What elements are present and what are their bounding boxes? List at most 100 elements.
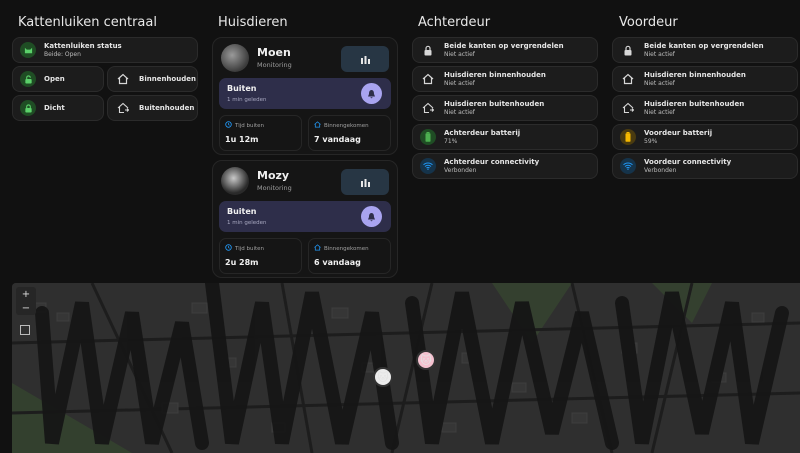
cat-icon: 🐱 bbox=[377, 370, 389, 384]
entries-value: 7 vandaag bbox=[314, 135, 361, 144]
front-battery-title: Voordeur batterij bbox=[644, 128, 713, 137]
pet-card-moen: Moen Monitoring Buiten 1 min geleden Tij… bbox=[212, 37, 398, 155]
wifi-icon bbox=[620, 158, 636, 174]
back-lock-title: Beide kanten op vergrendelen bbox=[444, 41, 564, 50]
pet-name: Mozy bbox=[257, 169, 290, 182]
back-lock-value: Niet actief bbox=[444, 50, 475, 58]
keep-inside-button[interactable]: Binnenhouden bbox=[107, 66, 198, 92]
cat-flap-status-tile[interactable]: Kattenluiken status Beide: Open bbox=[12, 37, 198, 63]
history-button[interactable] bbox=[341, 46, 389, 72]
back-inside-tile[interactable]: Huisdieren binnenhouden Niet actief bbox=[412, 66, 598, 92]
entries-stat: Binnengekomen 6 vandaag bbox=[308, 238, 391, 274]
time-outside-stat: Tijd buiten 1u 12m bbox=[219, 115, 302, 151]
front-outside-tile[interactable]: Huisdieren buitenhouden Niet actief bbox=[612, 95, 798, 121]
front-outside-title: Huisdieren buitenhouden bbox=[644, 99, 745, 108]
cat-flap-status-title: Kattenluiken status bbox=[44, 41, 122, 50]
front-inside-value: Niet actief bbox=[644, 79, 675, 87]
front-battery-tile[interactable]: Voordeur batterij 59% bbox=[612, 124, 798, 150]
back-battery-value: 71% bbox=[444, 137, 458, 145]
lock-icon bbox=[620, 42, 636, 58]
bar-chart-icon bbox=[360, 50, 371, 69]
home-import-icon bbox=[314, 121, 321, 130]
battery-icon bbox=[420, 129, 436, 145]
front-outside-value: Niet actief bbox=[644, 108, 675, 116]
back-battery-title: Achterdeur batterij bbox=[444, 128, 521, 137]
entries-value: 6 vandaag bbox=[314, 258, 361, 267]
bell-icon[interactable] bbox=[361, 206, 382, 227]
home-export-icon bbox=[620, 100, 636, 116]
bell-icon[interactable] bbox=[361, 83, 382, 104]
pet-status-box[interactable]: Buiten 1 min geleden bbox=[219, 78, 391, 109]
lock-icon bbox=[20, 100, 36, 116]
back-outside-title: Huisdieren buitenhouden bbox=[444, 99, 545, 108]
front-connectivity-tile[interactable]: Voordeur connectivity Verbonden bbox=[612, 153, 798, 179]
map[interactable]: + − 🐱 🐱 bbox=[12, 283, 800, 453]
back-connectivity-title: Achterdeur connectivity bbox=[444, 157, 540, 166]
back-outside-tile[interactable]: Huisdieren buitenhouden Niet actief bbox=[412, 95, 598, 121]
pet-status-box[interactable]: Buiten 1 min geleden bbox=[219, 201, 391, 232]
zoom-out-button[interactable]: − bbox=[16, 301, 36, 315]
keep-outside-button-label: Buitenhouden bbox=[139, 103, 195, 112]
pets-title: Huisdieren bbox=[218, 15, 288, 30]
back-inside-title: Huisdieren binnenhouden bbox=[444, 70, 546, 79]
back-title: Achterdeur bbox=[418, 15, 491, 30]
front-inside-title: Huisdieren binnenhouden bbox=[644, 70, 746, 79]
back-connectivity-tile[interactable]: Achterdeur connectivity Verbonden bbox=[412, 153, 598, 179]
back-outside-value: Niet actief bbox=[444, 108, 475, 116]
home-icon bbox=[115, 71, 131, 87]
zoom-in-button[interactable]: + bbox=[16, 287, 36, 301]
pet-status: Buiten bbox=[227, 84, 257, 93]
pet-subtitle: Monitoring bbox=[257, 61, 292, 69]
open-button-label: Open bbox=[44, 74, 65, 83]
close-button[interactable]: Dicht bbox=[12, 95, 104, 121]
front-lock-tile[interactable]: Beide kanten op vergrendelen Niet actief bbox=[612, 37, 798, 63]
cat-icon: 🐱 bbox=[420, 353, 432, 367]
wifi-icon bbox=[420, 158, 436, 174]
central-title: Kattenluiken centraal bbox=[18, 15, 157, 30]
map-tiles bbox=[12, 283, 800, 453]
keep-inside-button-label: Binnenhouden bbox=[139, 74, 196, 83]
front-lock-value: Niet actief bbox=[644, 50, 675, 58]
entries-stat: Binnengekomen 7 vandaag bbox=[308, 115, 391, 151]
clock-icon bbox=[225, 244, 232, 253]
keep-outside-button[interactable]: Buitenhouden bbox=[107, 95, 198, 121]
back-connectivity-value: Verbonden bbox=[444, 166, 477, 174]
back-lock-tile[interactable]: Beide kanten op vergrendelen Niet actief bbox=[412, 37, 598, 63]
history-button[interactable] bbox=[341, 169, 389, 195]
back-inside-value: Niet actief bbox=[444, 79, 475, 87]
front-inside-tile[interactable]: Huisdieren binnenhouden Niet actief bbox=[612, 66, 798, 92]
home-icon bbox=[420, 71, 436, 87]
pet-marker-moen[interactable]: 🐱 bbox=[416, 350, 436, 370]
zoom-controls: + − bbox=[16, 287, 36, 315]
pet-card-mozy: Mozy Monitoring Buiten 1 min geleden Tij… bbox=[212, 160, 398, 278]
close-button-label: Dicht bbox=[44, 103, 65, 112]
home-export-icon bbox=[420, 100, 436, 116]
front-connectivity-value: Verbonden bbox=[644, 166, 677, 174]
entries-label: Binnengekomen bbox=[324, 122, 369, 129]
bar-chart-icon bbox=[360, 173, 371, 192]
pet-status-since: 1 min geleden bbox=[227, 220, 267, 226]
back-battery-tile[interactable]: Achterdeur batterij 71% bbox=[412, 124, 598, 150]
pet-name: Moen bbox=[257, 46, 291, 59]
lock-icon bbox=[420, 42, 436, 58]
entries-label: Binnengekomen bbox=[324, 245, 369, 252]
pet-status: Buiten bbox=[227, 207, 257, 216]
time-outside-value: 2u 28m bbox=[225, 258, 259, 267]
avatar bbox=[221, 44, 249, 72]
time-outside-label: Tijd buiten bbox=[235, 245, 265, 252]
front-lock-title: Beide kanten op vergrendelen bbox=[644, 41, 764, 50]
front-connectivity-title: Voordeur connectivity bbox=[644, 157, 732, 166]
home-icon bbox=[620, 71, 636, 87]
pet-marker-mozy[interactable]: 🐱 bbox=[373, 367, 393, 387]
fullscreen-icon[interactable] bbox=[20, 325, 30, 335]
home-import-icon bbox=[314, 244, 321, 253]
avatar bbox=[221, 167, 249, 195]
battery-icon bbox=[620, 129, 636, 145]
front-title: Voordeur bbox=[619, 15, 678, 30]
home-export-icon bbox=[115, 100, 131, 116]
open-button[interactable]: Open bbox=[12, 66, 104, 92]
front-battery-value: 59% bbox=[644, 137, 658, 145]
clock-icon bbox=[225, 121, 232, 130]
time-outside-label: Tijd buiten bbox=[235, 122, 265, 129]
time-outside-stat: Tijd buiten 2u 28m bbox=[219, 238, 302, 274]
